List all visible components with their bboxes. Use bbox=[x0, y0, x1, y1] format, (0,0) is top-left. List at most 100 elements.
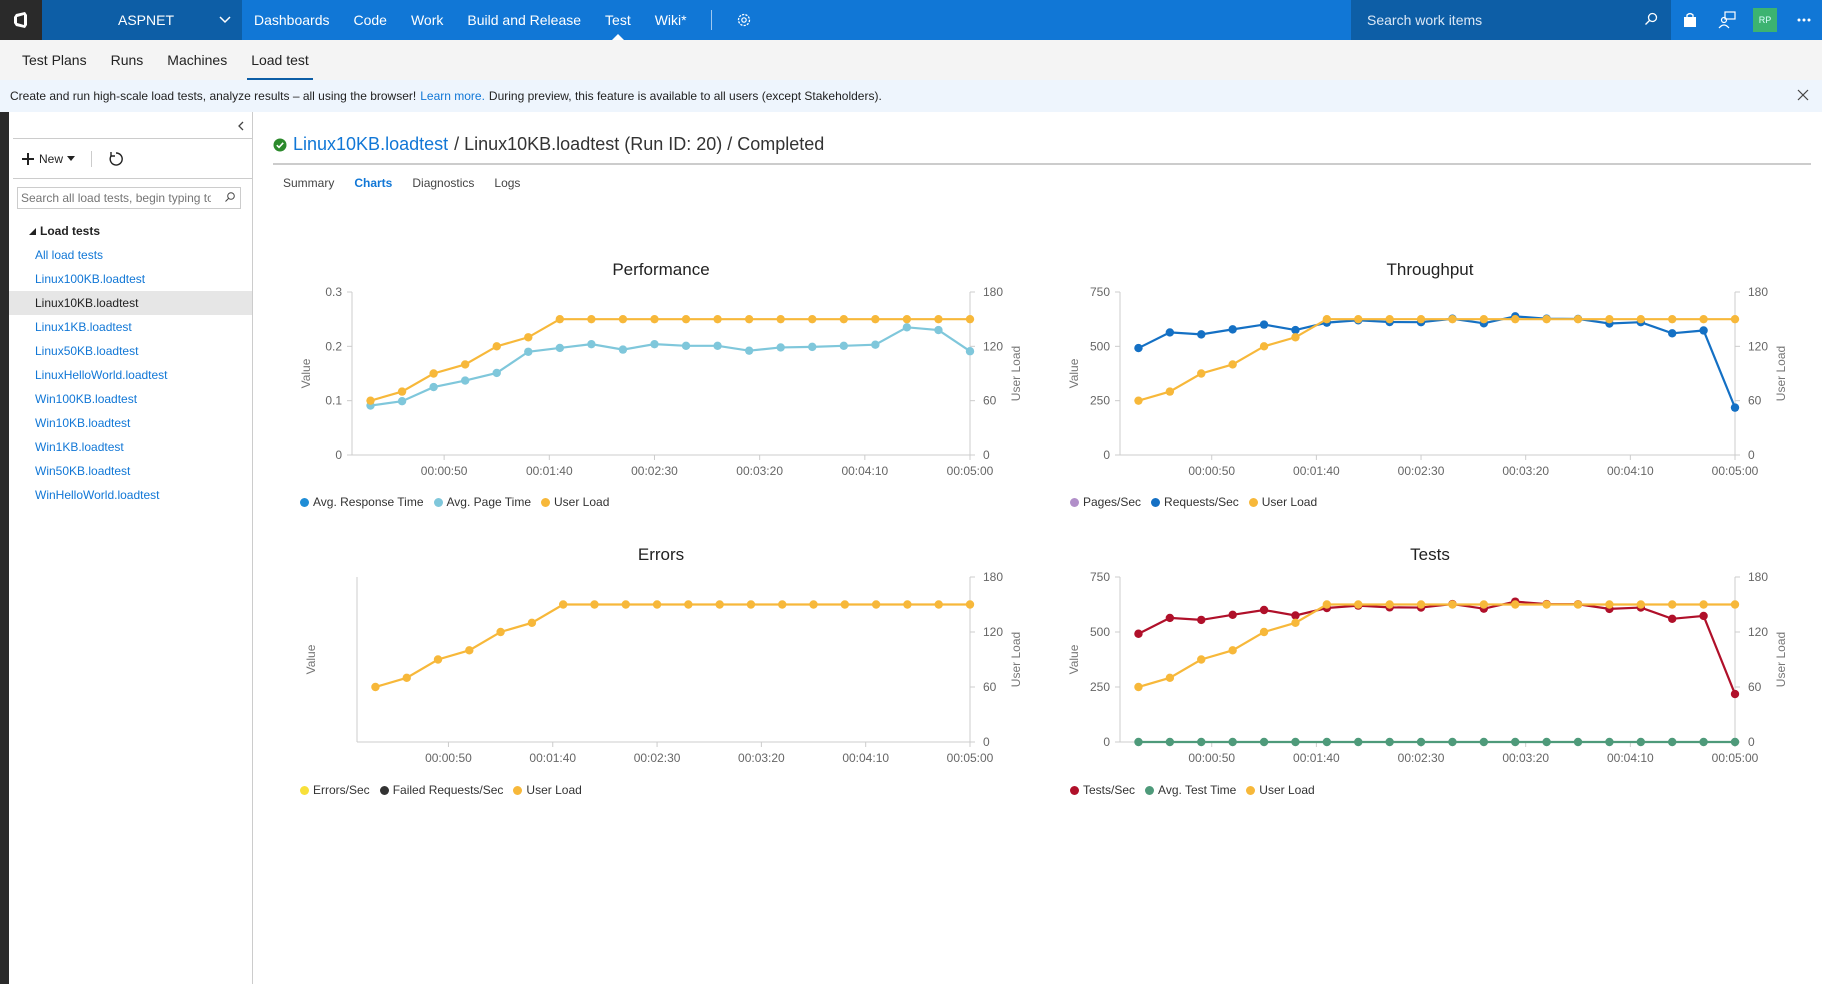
user-load-point[interactable] bbox=[433, 655, 443, 664]
more-options-button[interactable] bbox=[1785, 0, 1822, 40]
tests-sec-point[interactable] bbox=[1197, 615, 1206, 625]
user-load-point[interactable] bbox=[1165, 387, 1175, 396]
nav-test[interactable]: Test bbox=[593, 0, 643, 40]
user-load-point[interactable] bbox=[871, 314, 880, 324]
search-icon[interactable] bbox=[224, 191, 236, 203]
avg-page-time-point[interactable] bbox=[397, 397, 407, 406]
user-load-point[interactable] bbox=[1448, 600, 1457, 609]
avg-test-time-point[interactable] bbox=[1479, 737, 1489, 747]
user-load-point[interactable] bbox=[1228, 646, 1237, 655]
avg-page-time-point[interactable] bbox=[965, 347, 975, 356]
vsts-logo[interactable] bbox=[0, 0, 42, 40]
avg-test-time-point[interactable] bbox=[1605, 737, 1614, 747]
user-load-point[interactable] bbox=[558, 600, 568, 609]
user-load-point[interactable] bbox=[1668, 600, 1677, 609]
user-load-point[interactable] bbox=[1605, 600, 1614, 609]
user-load-point[interactable] bbox=[527, 618, 537, 628]
avg-test-time-point[interactable] bbox=[1699, 737, 1708, 747]
tree-item[interactable]: Win10KB.loadtest bbox=[9, 411, 252, 435]
marketplace-button[interactable] bbox=[1671, 0, 1708, 40]
requests-sec-point[interactable] bbox=[1165, 328, 1175, 337]
user-load-point[interactable] bbox=[1134, 682, 1143, 692]
avg-page-time-point[interactable] bbox=[618, 345, 628, 354]
user-load-point[interactable] bbox=[746, 600, 756, 609]
user-load-point[interactable] bbox=[1197, 655, 1206, 664]
load-test-search-input[interactable] bbox=[21, 191, 211, 205]
user-load-point[interactable] bbox=[1165, 673, 1175, 683]
avg-test-time-point[interactable] bbox=[1542, 737, 1551, 747]
user-load-point[interactable] bbox=[618, 314, 628, 324]
user-load-point[interactable] bbox=[555, 314, 565, 324]
search-work-items-input[interactable]: Search work items bbox=[1351, 0, 1671, 40]
requests-sec-point[interactable] bbox=[1699, 326, 1708, 335]
subnav-test-plans[interactable]: Test Plans bbox=[10, 40, 99, 80]
tests-sec-point[interactable] bbox=[1699, 611, 1708, 621]
avg-test-time-point[interactable] bbox=[1165, 737, 1175, 747]
user-load-point[interactable] bbox=[965, 314, 975, 324]
user-load-point[interactable] bbox=[1542, 600, 1551, 609]
tests-sec-point[interactable] bbox=[1730, 689, 1740, 699]
avg-test-time-point[interactable] bbox=[1354, 737, 1363, 747]
user-load-point[interactable] bbox=[1479, 314, 1489, 324]
user-load-point[interactable] bbox=[1259, 342, 1269, 351]
breadcrumb-test-link[interactable]: Linux10KB.loadtest bbox=[293, 134, 448, 155]
avg-test-time-point[interactable] bbox=[1291, 737, 1300, 747]
tests-sec-point[interactable] bbox=[1291, 611, 1300, 620]
legend-item-errors-sec[interactable]: Errors/Sec bbox=[300, 783, 370, 797]
user-load-point[interactable] bbox=[808, 314, 817, 324]
user-load-point[interactable] bbox=[715, 600, 724, 609]
tree-item[interactable]: LinuxHelloWorld.loadtest bbox=[9, 363, 252, 387]
avg-page-time-point[interactable] bbox=[650, 339, 659, 349]
avg-page-time-point[interactable] bbox=[492, 368, 501, 378]
nav-work[interactable]: Work bbox=[399, 0, 455, 40]
legend-item-avg-test-time[interactable]: Avg. Test Time bbox=[1145, 783, 1236, 797]
user-load-point[interactable] bbox=[590, 600, 599, 609]
user-load-point[interactable] bbox=[934, 600, 943, 609]
tree-item[interactable]: Win100KB.loadtest bbox=[9, 387, 252, 411]
user-load-point[interactable] bbox=[1511, 314, 1520, 324]
avg-page-time-point[interactable] bbox=[555, 343, 565, 353]
user-load-point[interactable] bbox=[621, 600, 630, 609]
user-load-point[interactable] bbox=[965, 600, 975, 609]
avg-test-time-point[interactable] bbox=[1448, 737, 1457, 747]
avg-page-time-point[interactable] bbox=[934, 325, 943, 335]
user-load-point[interactable] bbox=[652, 600, 662, 609]
tests-sec-point[interactable] bbox=[1259, 605, 1269, 615]
user-load-point[interactable] bbox=[1197, 369, 1206, 378]
avg-test-time-point[interactable] bbox=[1322, 737, 1332, 747]
user-load-point[interactable] bbox=[840, 600, 850, 609]
user-load-point[interactable] bbox=[1730, 600, 1740, 609]
avg-test-time-point[interactable] bbox=[1511, 737, 1520, 747]
user-load-point[interactable] bbox=[778, 600, 787, 609]
tree-item[interactable]: Linux1KB.loadtest bbox=[9, 315, 252, 339]
tree-header-load-tests[interactable]: Load tests bbox=[29, 224, 100, 238]
user-load-point[interactable] bbox=[1416, 314, 1426, 324]
avg-page-time-point[interactable] bbox=[460, 376, 470, 385]
subnav-runs[interactable]: Runs bbox=[99, 40, 156, 80]
tree-item[interactable]: WinHelloWorld.loadtest bbox=[9, 483, 252, 507]
user-load-point[interactable] bbox=[460, 360, 470, 369]
refresh-button[interactable] bbox=[108, 151, 124, 167]
user-load-point[interactable] bbox=[465, 646, 474, 655]
avg-page-time-point[interactable] bbox=[429, 382, 438, 392]
user-load-point[interactable] bbox=[371, 682, 380, 692]
requests-sec-point[interactable] bbox=[1291, 325, 1300, 335]
user-load-point[interactable] bbox=[492, 342, 501, 351]
tab-diagnostics[interactable]: Diagnostics bbox=[412, 176, 474, 190]
nav-dashboards[interactable]: Dashboards bbox=[242, 0, 342, 40]
tree-item-selected[interactable]: Linux10KB.loadtest bbox=[9, 291, 252, 315]
requests-sec-point[interactable] bbox=[1259, 320, 1269, 329]
user-load-point[interactable] bbox=[1730, 314, 1740, 324]
tests-sec-point[interactable] bbox=[1165, 613, 1175, 623]
user-load-point[interactable] bbox=[1291, 333, 1300, 342]
collapse-sidebar-icon[interactable] bbox=[236, 120, 246, 132]
avg-page-time-point[interactable] bbox=[871, 340, 880, 349]
user-load-point[interactable] bbox=[1542, 314, 1551, 324]
legend-item-user-load[interactable]: User Load bbox=[1248, 495, 1317, 509]
user-load-point[interactable] bbox=[1385, 600, 1394, 609]
tests-sec-point[interactable] bbox=[1668, 614, 1677, 623]
tree-item[interactable]: Win1KB.loadtest bbox=[9, 435, 252, 459]
user-load-point[interactable] bbox=[1322, 600, 1332, 609]
user-load-point[interactable] bbox=[650, 314, 659, 324]
user-load-point[interactable] bbox=[1322, 314, 1332, 324]
